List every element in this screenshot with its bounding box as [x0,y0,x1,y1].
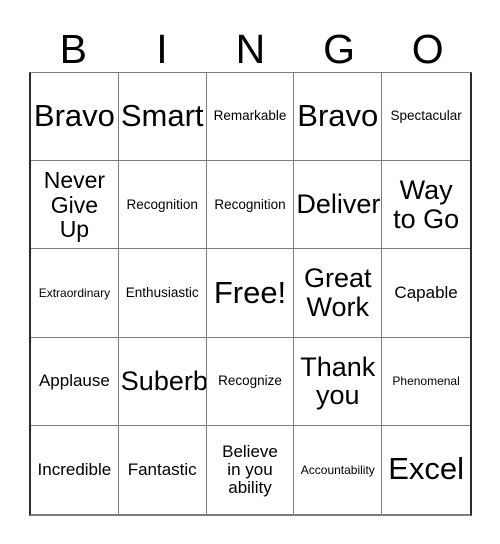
bingo-cell[interactable]: Bravo [294,73,383,162]
header-letter-g: G [323,26,356,72]
bingo-cell-label: Deliver [296,189,381,220]
bingo-cell[interactable]: Recognize [206,337,295,426]
header-letter-b: B [59,26,87,72]
bingo-cell-label: Remarkable [213,108,287,124]
bingo-cell[interactable]: Accountability [294,425,383,514]
bingo-cell[interactable]: Recognition [206,161,295,250]
bingo-cell-label: Fantastic [127,459,197,479]
bingo-cell[interactable]: Thank you [294,337,383,426]
bingo-cell[interactable]: Way to Go [382,161,470,250]
bingo-cell-label: Phenomenal [392,373,460,388]
bingo-cell[interactable]: Fantastic [118,425,207,514]
bingo-header: B I N G O [29,18,472,72]
bingo-cell-label: Bravo [33,98,115,134]
bingo-cell[interactable]: Smart [118,73,207,162]
bingo-cell[interactable]: Recognition [118,161,207,250]
header-letter-o: O [411,26,444,72]
bingo-cell[interactable]: Bravo [31,73,119,162]
bingo-cell[interactable]: Suberb [118,337,207,426]
bingo-cell-label: Bravo [297,98,379,134]
bingo-cell-label: Never Give Up [43,167,106,242]
bingo-cell[interactable]: Spectacular [382,73,470,162]
bingo-cell-label: Believe in you ability [222,441,278,497]
bingo-cell[interactable]: Extraordinary [31,249,119,338]
bingo-cell-label: Great Work [304,263,372,322]
bingo-grid: Bravo Smart Remarkable Bravo Spectacular Neve… [29,72,472,516]
bingo-cell-label: Incredible [37,459,112,479]
bingo-cell[interactable]: Remarkable [206,73,295,162]
bingo-cell[interactable]: Applause [31,337,119,426]
bingo-card: B I N G O Bravo Smart Remarkable Bravo Spect… [0,0,500,544]
bingo-cell-free[interactable]: Free! [206,249,295,338]
bingo-cell[interactable]: Capable [382,249,470,338]
bingo-cell[interactable]: Phenomenal [382,337,470,426]
bingo-cell[interactable]: Great Work [294,249,383,338]
bingo-cell[interactable]: Excel [382,425,470,514]
bingo-cell-label: Recognition [126,196,198,212]
bingo-cell[interactable]: Believe in you ability [206,425,295,514]
bingo-cell[interactable]: Never Give Up [31,161,119,250]
bingo-cell-label: Free! [213,274,287,310]
bingo-cell[interactable]: Enthusiastic [118,249,207,338]
header-letter-i: I [156,26,168,72]
bingo-cell-label: Thank you [300,351,376,411]
bingo-cell-label: Way to Go [393,175,460,234]
bingo-cell[interactable]: Deliver [294,161,383,250]
bingo-cell-label: Recognition [214,196,286,212]
bingo-cell-label: Recognize [218,373,282,389]
bingo-cell-label: Excel [388,451,464,487]
bingo-cell-label: Applause [38,371,110,391]
header-letter-n: N [235,26,266,72]
bingo-cell-label: Capable [394,282,458,302]
bingo-cell-label: Smart [120,98,204,134]
bingo-cell-label: Accountability [300,462,375,477]
bingo-cell-label: Spectacular [390,108,462,124]
bingo-cell[interactable]: Incredible [31,425,119,514]
bingo-cell-label: Extraordinary [38,285,111,300]
bingo-cell-label: Suberb [120,365,207,396]
bingo-cell-label: Enthusiastic [125,284,199,300]
